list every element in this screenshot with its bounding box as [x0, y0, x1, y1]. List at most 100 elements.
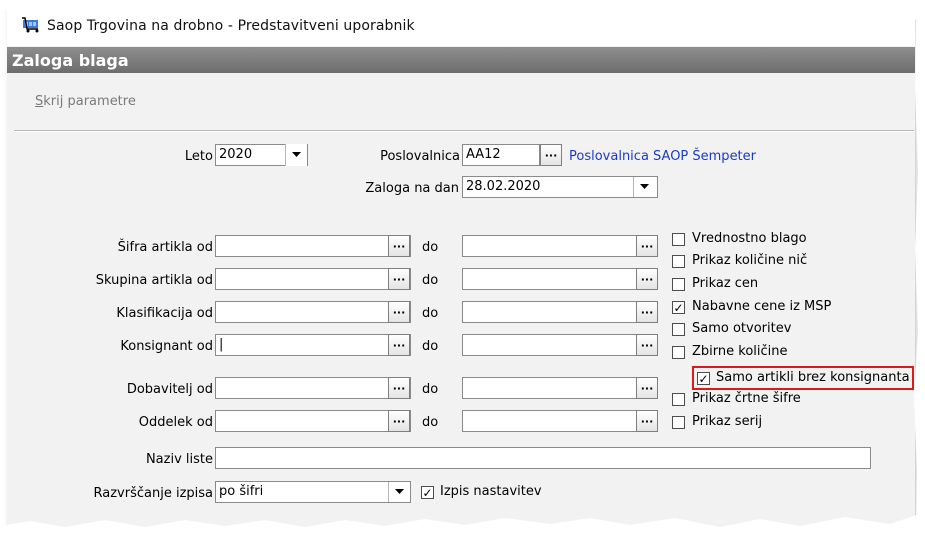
poslovalnica-label: Poslovalnica	[380, 149, 460, 164]
prikaz-kolicine-nic-checkbox[interactable]	[672, 255, 685, 268]
prikaz-cen-checkbox[interactable]	[672, 278, 685, 291]
check-icon: ✓	[673, 300, 684, 315]
shopping-cart-icon	[22, 17, 39, 33]
dobavitelj-to-browse-button[interactable]: ···	[636, 377, 658, 399]
konsignant-from-field[interactable]: |	[215, 334, 411, 356]
vrednostno-blago-checkbox[interactable]	[672, 233, 685, 246]
sifra-artikla-do-label: do	[422, 240, 439, 255]
check-icon: ✓	[422, 485, 433, 500]
samo-otvoritev-checkbox[interactable]	[672, 323, 685, 336]
konsignant-to-browse-button[interactable]: ···	[636, 334, 658, 356]
zaloga-na-dan-dropdown-button[interactable]	[633, 177, 655, 197]
skupina-artikla-label: Skupina artikla od	[95, 273, 213, 288]
klasifikacija-do-label: do	[422, 306, 439, 321]
zaloga-na-dan-value: 28.02.2020	[466, 179, 541, 194]
prikaz-kolicine-nic-label: Prikaz količine nič	[692, 253, 808, 268]
izpis-nastavitev-label: Izpis nastavitev	[440, 484, 542, 499]
screenshot-root: Saop Trgovina na drobno - Predstavitveni…	[0, 0, 925, 536]
skupina-artikla-from-field[interactable]	[215, 268, 411, 290]
dobavitelj-from-browse-button[interactable]: ···	[388, 377, 410, 399]
skupina-artikla-to-field[interactable]	[462, 268, 658, 290]
leto-value: 2020	[219, 147, 253, 162]
window-titlebar: Saop Trgovina na drobno - Predstavitveni…	[7, 2, 915, 46]
leto-dropdown-button[interactable]	[285, 144, 307, 166]
application-window: Saop Trgovina na drobno - Predstavitveni…	[7, 2, 916, 532]
samo-artikli-brez-konsignanta-checkbox[interactable]: ✓	[697, 372, 710, 385]
skupina-artikla-from-browse-button[interactable]: ···	[388, 268, 410, 290]
oddelek-do-label: do	[422, 415, 439, 430]
skrij-label-rest: krij parametre	[43, 94, 136, 109]
sifra-artikla-to-field[interactable]	[462, 235, 658, 257]
klasifikacija-to-field[interactable]	[462, 301, 658, 323]
ellipsis-button-icon: ···	[392, 305, 406, 319]
poslovalnica-name-link[interactable]: Poslovalnica SAOP Šempeter	[569, 149, 756, 164]
dobavitelj-label: Dobavitelj od	[126, 382, 213, 397]
poslovalnica-browse-button[interactable]: ···	[540, 144, 562, 166]
ellipsis-button-icon: ···	[392, 414, 406, 428]
ellipsis-button-icon: ···	[544, 148, 558, 162]
prikaz-crtne-sifre-label: Prikaz črtne šifre	[692, 391, 801, 406]
konsignant-to-field[interactable]	[462, 334, 658, 356]
oddelek-from-browse-button[interactable]: ···	[388, 410, 410, 432]
ellipsis-button-icon: ···	[392, 239, 406, 253]
sifra-artikla-label: Šifra artikla od	[117, 240, 213, 255]
skupina-artikla-to-browse-button[interactable]: ···	[636, 268, 658, 290]
sifra-artikla-from-field[interactable]	[215, 235, 411, 257]
form-title: Zaloga blaga	[12, 51, 129, 70]
poslovalnica-code-field[interactable]: AA12	[462, 144, 540, 166]
poslovalnica-code-value: AA12	[466, 147, 501, 162]
form-header: Zaloga blaga	[7, 47, 915, 73]
razvrscanje-dropdown-button[interactable]	[388, 482, 410, 502]
oddelek-label: Oddelek od	[138, 415, 213, 430]
konsignant-do-label: do	[422, 339, 439, 354]
naziv-liste-label: Naziv liste	[145, 452, 213, 467]
dobavitelj-do-label: do	[422, 382, 439, 397]
konsignant-label: Konsignant od	[120, 339, 213, 354]
razvrscanje-select[interactable]: po šifri	[215, 481, 411, 503]
ellipsis-button-icon: ···	[392, 381, 406, 395]
skupina-artikla-do-label: do	[422, 273, 439, 288]
ellipsis-button-icon: ···	[392, 338, 406, 352]
ellipsis-button-icon: ···	[640, 239, 654, 253]
separator	[14, 130, 914, 132]
dobavitelj-to-field[interactable]	[462, 377, 658, 399]
leto-label: Leto	[184, 149, 213, 164]
oddelek-from-field[interactable]	[215, 410, 411, 432]
sifra-artikla-to-browse-button[interactable]: ···	[636, 235, 658, 257]
konsignant-from-browse-button[interactable]: ···	[388, 334, 410, 356]
oddelek-to-browse-button[interactable]: ···	[636, 410, 658, 432]
ellipsis-button-icon: ···	[392, 272, 406, 286]
sifra-artikla-from-browse-button[interactable]: ···	[388, 235, 410, 257]
konsignant-from-value: |	[219, 337, 224, 352]
samo-artikli-brez-konsignanta-label: Samo artikli brez konsignanta	[716, 370, 910, 385]
chevron-down-icon	[640, 184, 649, 189]
klasifikacija-from-browse-button[interactable]: ···	[388, 301, 410, 323]
zaloga-na-dan-label: Zaloga na dan	[365, 181, 459, 196]
prikaz-serij-checkbox[interactable]	[672, 416, 685, 429]
razvrscanje-value: po šifri	[219, 484, 264, 499]
naziv-liste-field[interactable]	[215, 447, 871, 469]
samo-otvoritev-label: Samo otvoritev	[692, 321, 792, 336]
vrednostno-blago-label: Vrednostno blago	[692, 231, 807, 246]
zbirne-kolicine-label: Zbirne količine	[692, 344, 788, 359]
klasifikacija-label: Klasifikacija od	[116, 306, 213, 321]
ellipsis-button-icon: ···	[640, 381, 654, 395]
ellipsis-button-icon: ···	[640, 414, 654, 428]
oddelek-to-field[interactable]	[462, 410, 658, 432]
zaloga-na-dan-date-field[interactable]: 28.02.2020	[462, 176, 658, 198]
klasifikacija-from-field[interactable]	[215, 301, 411, 323]
prikaz-crtne-sifre-checkbox[interactable]	[672, 393, 685, 406]
ellipsis-button-icon: ···	[640, 305, 654, 319]
ellipsis-button-icon: ···	[640, 338, 654, 352]
zbirne-kolicine-checkbox[interactable]	[672, 346, 685, 359]
prikaz-cen-label: Prikaz cen	[692, 276, 759, 291]
dobavitelj-from-field[interactable]	[215, 377, 411, 399]
izpis-nastavitev-checkbox[interactable]: ✓	[421, 486, 434, 499]
ellipsis-button-icon: ···	[640, 272, 654, 286]
window-title: Saop Trgovina na drobno - Predstavitveni…	[47, 18, 415, 34]
chevron-down-icon	[292, 152, 301, 157]
skrij-parametre-link[interactable]: Skrij parametre	[35, 94, 136, 109]
nabavne-cene-iz-msp-checkbox[interactable]: ✓	[672, 301, 685, 314]
klasifikacija-to-browse-button[interactable]: ···	[636, 301, 658, 323]
razvrscanje-label: Razvrščanje izpisa	[93, 486, 213, 501]
